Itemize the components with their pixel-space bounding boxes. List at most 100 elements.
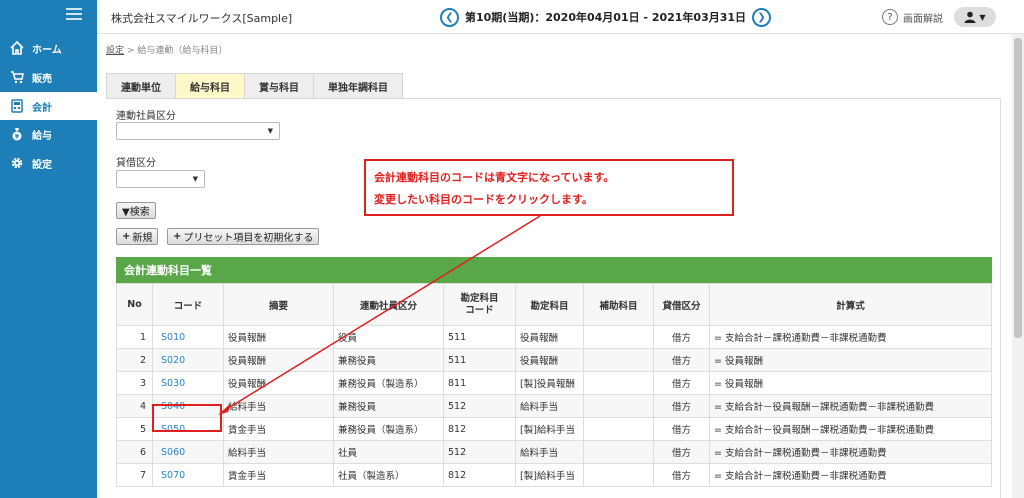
column-header: 補助科目 [583, 283, 654, 326]
formula-cell: = 支給合計－課税通勤費－非課税通勤費 [709, 463, 992, 487]
debit-credit-cell: 借方 [653, 371, 710, 395]
sub-account-cell [583, 371, 654, 395]
summary-cell: 役員報酬 [223, 348, 334, 372]
previous-period-button[interactable]: ❮ [440, 7, 459, 27]
formula-cell: = 支給合計－課税通勤費－非課税通勤費 [709, 440, 992, 464]
employee-type-select[interactable]: ▼ [116, 122, 280, 140]
account-cell: [製]役員報酬 [515, 371, 584, 395]
annotation-line: 会計連動科目のコードは青文字になっています。 [374, 171, 615, 184]
summary-cell: 給料手当 [223, 440, 334, 464]
table-header-row: No コード 摘要 連動社員区分 勘定科目 コード 勘定科目 補助科目 貸借区分 … [116, 283, 992, 326]
highlight-box [152, 404, 222, 432]
column-header: 勘定科目 [515, 283, 584, 326]
table-row: 1 S010 役員報酬 役員 511 役員報酬 借方 = 支給合計－課税通勤費－非課税通勤費 [116, 325, 992, 349]
plus-icon: + [173, 231, 182, 242]
account-cell: [製]給料手当 [515, 417, 584, 441]
row-number: 1 [116, 325, 153, 349]
formula-cell: = 支給合計－役員報酬－課税通勤費－非課税通勤費 [709, 394, 992, 418]
code-link[interactable]: S020 [152, 348, 224, 372]
employee-type-label: 連動社員区分 [116, 111, 176, 122]
user-menu-button[interactable]: ▼ [954, 7, 996, 27]
sub-account-cell [583, 417, 654, 441]
account-cell: 給料手当 [515, 440, 584, 464]
column-header: 貸借区分 [653, 283, 710, 326]
help-label: 画面解説 [903, 13, 943, 25]
tab-salary-items[interactable]: 給与科目 [175, 73, 245, 98]
annotation-callout: 会計連動科目のコードは青文字になっています。 変更したい科目のコードをクリックし… [364, 159, 734, 216]
annotation-line: 変更したい科目のコードをクリックします。 [374, 193, 593, 206]
plus-icon: + [122, 231, 131, 242]
formula-cell: = 支給合計－課税通勤費－非課税通勤費 [709, 325, 992, 349]
scrollbar-thumb[interactable] [1014, 38, 1022, 338]
table-row: 7 S070 賃金手当 社員（製造系） 812 [製]給料手当 借方 = 支給合計－課税通勤費… [116, 463, 992, 487]
debit-credit-cell: 借方 [653, 348, 710, 372]
summary-cell: 賃金手当 [223, 417, 334, 441]
chevron-down-icon: ▼ [979, 12, 986, 22]
period-selector: ❮ 第10期(当期)：2020年04月01日 - 2021年03月31日 ❯ [440, 6, 772, 28]
employee-type-cell: 兼務役員（製造系） [333, 371, 444, 395]
code-link[interactable]: S060 [152, 440, 224, 464]
breadcrumb: 設定 > 給与連動（給与科目） [106, 43, 227, 56]
breadcrumb-root-link[interactable]: 設定 [106, 46, 124, 56]
code-link[interactable]: S030 [152, 371, 224, 395]
account-code-cell: 512 [443, 440, 516, 464]
new-button[interactable]: + 新規 [116, 228, 159, 245]
employee-type-cell: 社員 [333, 440, 444, 464]
column-header: 摘要 [223, 283, 334, 326]
row-number: 7 [116, 463, 153, 487]
question-icon: ? [882, 9, 898, 25]
new-button-label: 新規 [132, 233, 153, 244]
debit-credit-cell: 借方 [653, 417, 710, 441]
sidebar-item-settings[interactable]: 設定 [0, 149, 97, 177]
tab-bonus-items[interactable]: 賞与科目 [244, 73, 314, 98]
tab-link-unit[interactable]: 連動単位 [106, 73, 176, 98]
sub-account-cell [583, 394, 654, 418]
help-button[interactable]: ? 画面解説 [882, 9, 943, 25]
sub-account-cell [583, 325, 654, 349]
reset-preset-button[interactable]: + プリセット項目を初期化する [167, 228, 320, 245]
sidebar-item-sales[interactable]: 販売 [0, 63, 97, 91]
column-header: 計算式 [709, 283, 992, 326]
code-link[interactable]: S070 [152, 463, 224, 487]
table-row: 6 S060 給料手当 社員 512 給料手当 借方 = 支給合計－課税通勤費－非課税通勤費 [116, 440, 992, 464]
sidebar-item-label: 会計 [32, 102, 52, 114]
sub-account-cell [583, 440, 654, 464]
account-code-cell: 512 [443, 394, 516, 418]
row-number: 6 [116, 440, 153, 464]
employee-type-cell: 兼務役員（製造系） [333, 417, 444, 441]
table-row: 3 S030 役員報酬 兼務役員（製造系） 811 [製]役員報酬 借方 = 役員報酬 [116, 371, 992, 395]
formula-cell: = 役員報酬 [709, 371, 992, 395]
row-number: 5 [116, 417, 153, 441]
sidebar-item-payroll[interactable]: ¥ 給与 [0, 120, 97, 148]
tab-year-end-items[interactable]: 単独年調科目 [313, 73, 403, 98]
list-title: 会計連動科目一覧 [116, 257, 992, 283]
account-cell: 役員報酬 [515, 348, 584, 372]
table-row: 5 S050 賃金手当 兼務役員（製造系） 812 [製]給料手当 借方 = 支給合計－役員報… [116, 417, 992, 441]
user-icon [964, 11, 976, 23]
breadcrumb-current: 給与連動（給与科目） [137, 46, 228, 56]
tab-bar: 連動単位 給与科目 賞与科目 単独年調科目 [106, 73, 403, 98]
formula-cell: = 役員報酬 [709, 348, 992, 372]
account-cell: 役員報酬 [515, 325, 584, 349]
period-label: 第10期(当期)：2020年04月01日 - 2021年03月31日 [465, 11, 747, 24]
page-scrollbar[interactable] [1012, 34, 1024, 498]
account-code-cell: 812 [443, 463, 516, 487]
moneybag-icon: ¥ [10, 127, 24, 141]
sidebar-item-accounting[interactable]: 会計 [0, 92, 97, 120]
debit-credit-cell: 借方 [653, 394, 710, 418]
table-row: 4 S040 給料手当 兼務役員 512 給料手当 借方 = 支給合計－役員報酬－課税通勤費－… [116, 394, 992, 418]
panel-border [1000, 98, 1001, 498]
menu-toggle-icon[interactable] [66, 8, 82, 21]
summary-cell: 賃金手当 [223, 463, 334, 487]
account-code-cell: 511 [443, 325, 516, 349]
sub-account-cell [583, 463, 654, 487]
sidebar-item-label: ホーム [32, 44, 62, 56]
sidebar-item-home[interactable]: ホーム [0, 34, 97, 62]
debit-credit-select[interactable]: ▼ [116, 170, 205, 188]
account-code-cell: 812 [443, 417, 516, 441]
code-link[interactable]: S010 [152, 325, 224, 349]
next-period-button[interactable]: ❯ [752, 7, 772, 27]
search-button[interactable]: ▼検索 [116, 202, 156, 219]
column-header: コード [152, 283, 224, 326]
sub-account-cell [583, 348, 654, 372]
